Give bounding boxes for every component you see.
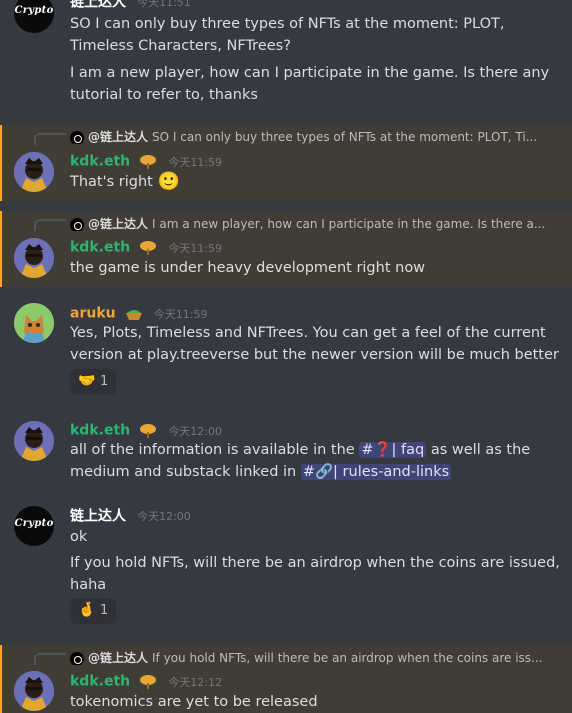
message-6: Crypto 链上达人 今天12:00 ok If you hold NFTs,… — [0, 500, 572, 635]
message-7: @链上达人 If you hold NFTs, will there be an … — [0, 645, 572, 713]
message-header: 链上达人 今天11:51 — [70, 0, 191, 11]
avatar-crypto-text: Crypto — [14, 518, 54, 529]
channel-link-faq[interactable]: #❓| faq — [359, 442, 427, 458]
username[interactable]: 链上达人 — [70, 509, 126, 525]
message-header: aruku 今天11:59 — [70, 303, 208, 322]
kdk-avatar-icon — [14, 421, 54, 461]
message-header: 链上达人 今天12:00 — [70, 505, 191, 525]
avatar-crypto-text: Crypto — [14, 5, 54, 16]
avatar[interactable] — [14, 238, 54, 278]
tree-role-icon — [140, 423, 157, 438]
avatar[interactable] — [14, 671, 54, 711]
message-text: I am a new player, how can I participate… — [70, 65, 550, 103]
reaction-crossed-fingers[interactable]: 🤞 1 — [70, 598, 116, 624]
kdk-avatar-icon — [14, 671, 54, 711]
reply-spine — [34, 653, 66, 665]
reply-avatar-icon — [70, 130, 84, 144]
username[interactable]: kdk.eth — [70, 154, 130, 170]
timestamp: 今天11:59 — [153, 307, 208, 321]
message-text: Yes, Plots, Timeless and NFTrees. You ca… — [70, 325, 559, 363]
reaction-count: 1 — [100, 603, 109, 618]
message-text: tokenomics are yet to be released — [70, 694, 318, 710]
avatar[interactable]: Crypto — [14, 506, 54, 546]
channel-link-rules-and-links[interactable]: #🔗| rules-and-links — [300, 464, 452, 480]
smile-emoji-icon: 🙂 — [157, 171, 180, 192]
username[interactable]: kdk.eth — [70, 674, 130, 690]
handshake-emoji-icon: 🤝 — [78, 373, 96, 389]
timestamp: 今天11:59 — [168, 155, 223, 169]
message-1: Crypto 链上达人 今天11:51 SO I can only buy th… — [0, 0, 572, 120]
timestamp: 今天12:00 — [137, 509, 191, 523]
tree-role-icon — [140, 154, 157, 169]
crossed-fingers-emoji-icon: 🤞 — [78, 602, 96, 618]
kdk-avatar-icon — [14, 238, 54, 278]
reply-snippet: I am a new player, how can I participate… — [152, 217, 546, 231]
message-text: That's right 🙂 — [70, 171, 560, 193]
message-header: kdk.eth 今天11:59 — [70, 151, 223, 170]
message-text-part: all of the information is available in t… — [70, 442, 355, 458]
reply-author: @链上达人 — [88, 217, 149, 231]
message-4: aruku 今天11:59 Yes, Plots, Timeless and N… — [0, 297, 572, 407]
aruku-avatar-icon — [14, 303, 54, 343]
message-text: If you hold NFTs, will there be an airdr… — [70, 555, 560, 593]
message-text: ok — [70, 529, 88, 545]
timestamp: 今天12:12 — [168, 675, 223, 689]
treasure-role-icon — [125, 309, 142, 320]
reply-reference[interactable]: @链上达人 I am a new player, how can I partic… — [70, 215, 550, 231]
message-text: SO I can only buy three types of NFTs at… — [70, 16, 505, 54]
reply-spine — [34, 133, 66, 145]
reply-spine — [34, 219, 66, 231]
username[interactable]: 链上达人 — [70, 0, 126, 11]
message-header: kdk.eth 今天12:00 — [70, 420, 223, 439]
tree-role-icon — [140, 674, 157, 689]
reply-snippet: SO I can only buy three types of NFTs at… — [152, 130, 538, 144]
reply-avatar-icon — [70, 217, 84, 231]
username[interactable]: aruku — [70, 306, 116, 322]
message-2: @链上达人 SO I can only buy three types of NF… — [0, 125, 572, 201]
timestamp: 今天12:00 — [168, 424, 223, 438]
tree-role-icon — [140, 240, 157, 255]
kdk-avatar-icon — [14, 152, 54, 192]
reply-author: @链上达人 — [88, 130, 149, 144]
avatar[interactable] — [14, 303, 54, 343]
timestamp: 今天11:51 — [137, 0, 191, 9]
message-text: the game is under heavy development righ… — [70, 260, 426, 276]
reply-author: @链上达人 — [88, 651, 149, 665]
timestamp: 今天11:59 — [168, 241, 223, 255]
message-text: all of the information is available in t… — [70, 439, 560, 483]
reaction-count: 1 — [100, 374, 109, 389]
avatar[interactable]: Crypto — [14, 0, 54, 33]
avatar[interactable] — [14, 421, 54, 461]
avatar[interactable] — [14, 152, 54, 192]
username[interactable]: kdk.eth — [70, 240, 130, 256]
reply-avatar-icon — [70, 651, 84, 665]
message-header: kdk.eth 今天12:12 — [70, 671, 223, 690]
chat-view: Crypto 链上达人 今天11:51 SO I can only buy th… — [0, 0, 572, 713]
reply-snippet: If you hold NFTs, will there be an airdr… — [152, 651, 543, 665]
message-3: @链上达人 I am a new player, how can I partic… — [0, 211, 572, 287]
username[interactable]: kdk.eth — [70, 423, 130, 439]
message-header: kdk.eth 今天11:59 — [70, 237, 223, 256]
reply-reference[interactable]: @链上达人 If you hold NFTs, will there be an … — [70, 649, 550, 665]
message-text-content: That's right — [70, 174, 153, 190]
reply-reference[interactable]: @链上达人 SO I can only buy three types of NF… — [70, 128, 550, 144]
reaction-handshake[interactable]: 🤝 1 — [70, 369, 116, 395]
message-5: kdk.eth 今天12:00 all of the information i… — [0, 415, 572, 495]
